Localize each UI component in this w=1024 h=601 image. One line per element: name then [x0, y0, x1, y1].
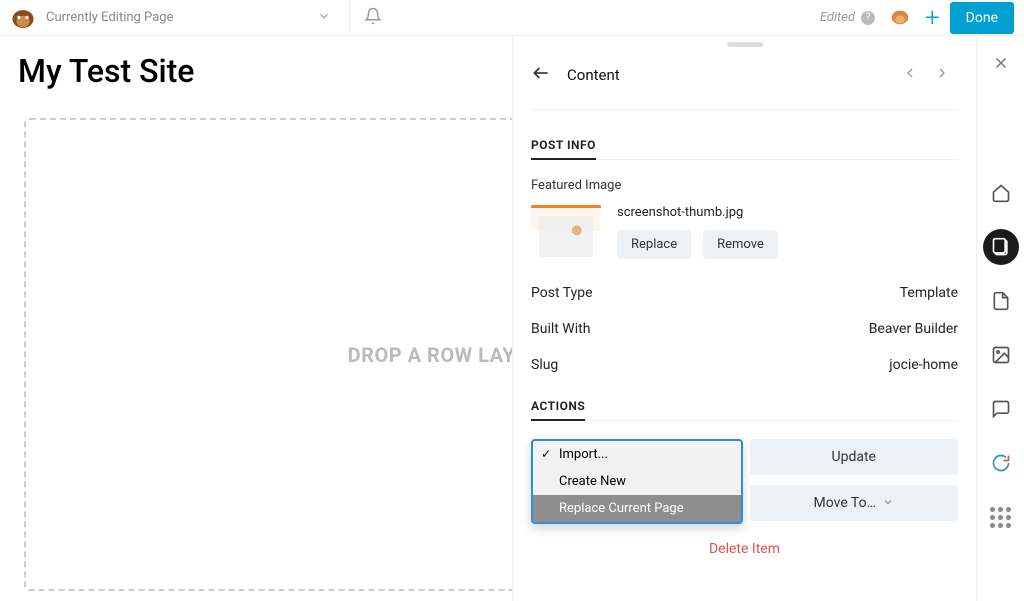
- remove-button[interactable]: Remove: [703, 230, 778, 259]
- import-option-create-new[interactable]: Create New: [533, 468, 741, 495]
- import-option-replace[interactable]: Replace Current Page: [533, 495, 741, 522]
- update-button[interactable]: Update: [750, 439, 959, 475]
- next-icon[interactable]: [926, 65, 958, 85]
- page-icon[interactable]: [983, 283, 1019, 319]
- post-type-row: Post Type Template: [531, 285, 958, 301]
- post-type-value: Template: [900, 285, 958, 301]
- built-with-value: Beaver Builder: [869, 321, 958, 337]
- beaver-logo-icon: [10, 6, 36, 30]
- replace-button[interactable]: Replace: [617, 230, 691, 259]
- done-button[interactable]: Done: [950, 2, 1014, 34]
- post-info-heading: POST INFO: [531, 138, 596, 160]
- built-with-label: Built With: [531, 321, 590, 337]
- library-icon[interactable]: [983, 229, 1019, 265]
- slug-row: Slug jocie-home: [531, 357, 958, 373]
- page-dropdown-chevron[interactable]: [313, 4, 335, 31]
- help-icon[interactable]: ?: [861, 11, 875, 25]
- actions-section: ACTIONS Import… Update Export Move To… D…: [531, 373, 958, 567]
- topbar: Currently Editing Page Edited ? + Done: [0, 0, 1024, 36]
- beaver-small-icon[interactable]: [889, 6, 911, 30]
- back-arrow-icon[interactable]: [531, 63, 567, 87]
- featured-image-thumb[interactable]: [531, 205, 601, 265]
- sync-icon[interactable]: [983, 445, 1019, 481]
- post-type-label: Post Type: [531, 285, 593, 301]
- move-to-button[interactable]: Move To…: [750, 485, 959, 521]
- import-dropdown: Import... Create New Replace Current Pag…: [531, 439, 743, 524]
- add-icon[interactable]: +: [925, 3, 940, 33]
- delete-item-button[interactable]: Delete Item: [531, 531, 958, 567]
- divider: [349, 0, 350, 36]
- edited-label: Edited: [820, 10, 855, 25]
- featured-image-filename: screenshot-thumb.jpg: [617, 205, 786, 220]
- prev-icon[interactable]: [894, 65, 926, 85]
- panel-title: Content: [567, 66, 620, 84]
- image-icon[interactable]: [983, 337, 1019, 373]
- slug-value: jocie-home: [889, 357, 958, 373]
- bell-icon[interactable]: [364, 7, 382, 29]
- slug-label: Slug: [531, 357, 558, 373]
- apps-icon[interactable]: [983, 499, 1019, 535]
- home-icon[interactable]: [983, 175, 1019, 211]
- import-option-import[interactable]: Import...: [533, 441, 741, 468]
- chevron-down-icon: [882, 496, 894, 511]
- editing-page-label: Currently Editing Page: [46, 10, 173, 25]
- content-panel: Content POST INFO Featured Image screens…: [512, 36, 976, 601]
- featured-image-label: Featured Image: [531, 178, 958, 193]
- panel-header: Content: [531, 47, 958, 110]
- post-info-section: POST INFO Featured Image screenshot-thum…: [531, 110, 958, 373]
- comment-icon[interactable]: [983, 391, 1019, 427]
- close-icon[interactable]: [992, 54, 1010, 77]
- right-rail: [976, 36, 1024, 601]
- actions-heading: ACTIONS: [531, 399, 585, 421]
- built-with-row: Built With Beaver Builder: [531, 321, 958, 337]
